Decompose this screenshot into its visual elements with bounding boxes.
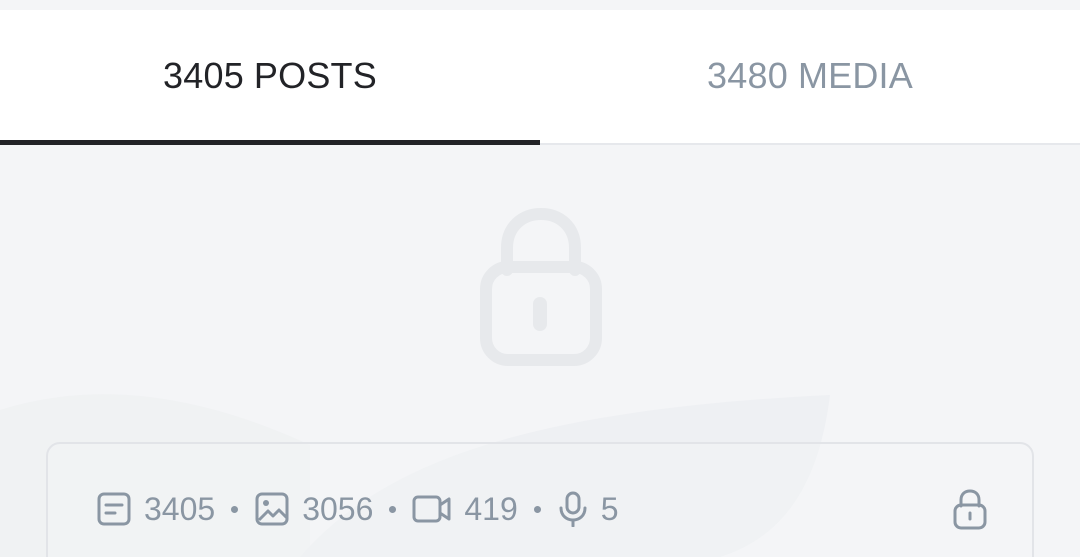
separator-dot: [389, 505, 397, 513]
tab-media-label: 3480 MEDIA: [707, 55, 913, 97]
stat-photos: 3056: [254, 491, 373, 528]
tab-media-count: 3480: [707, 54, 788, 96]
media-stats-row: 3405 3056 419 5: [96, 484, 619, 534]
text-post-icon: [97, 492, 131, 526]
separator-dot: [533, 505, 541, 513]
microphone-icon: [559, 491, 587, 527]
locked-content-area: 3405 3056 419 5: [0, 145, 1080, 557]
stat-videos-value: 419: [464, 490, 518, 527]
separator-dot: [231, 505, 239, 513]
stat-posts: 3405: [96, 491, 215, 528]
image-icon: [255, 492, 289, 526]
stat-photos-value: 3056: [302, 490, 374, 527]
profile-tab-bar: 3405 POSTS 3480 MEDIA: [0, 10, 1080, 145]
lock-icon: [953, 489, 987, 530]
tab-posts[interactable]: 3405 POSTS: [0, 10, 540, 145]
stat-posts-value: 3405: [144, 490, 216, 527]
stat-audio: 5: [557, 491, 619, 528]
tab-media[interactable]: 3480 MEDIA: [540, 10, 1080, 143]
tab-posts-label: 3405 POSTS: [163, 55, 377, 97]
tab-media-text: MEDIA: [797, 54, 913, 96]
top-strip: [0, 0, 1080, 10]
media-stats-card: 3405 3056 419 5: [46, 442, 1034, 557]
tab-posts-text: POSTS: [253, 54, 377, 96]
tab-posts-count: 3405: [163, 54, 244, 96]
video-icon: [412, 495, 451, 523]
stat-audio-value: 5: [600, 490, 619, 527]
lock-icon: [480, 208, 602, 366]
stat-videos: 419: [412, 490, 518, 528]
